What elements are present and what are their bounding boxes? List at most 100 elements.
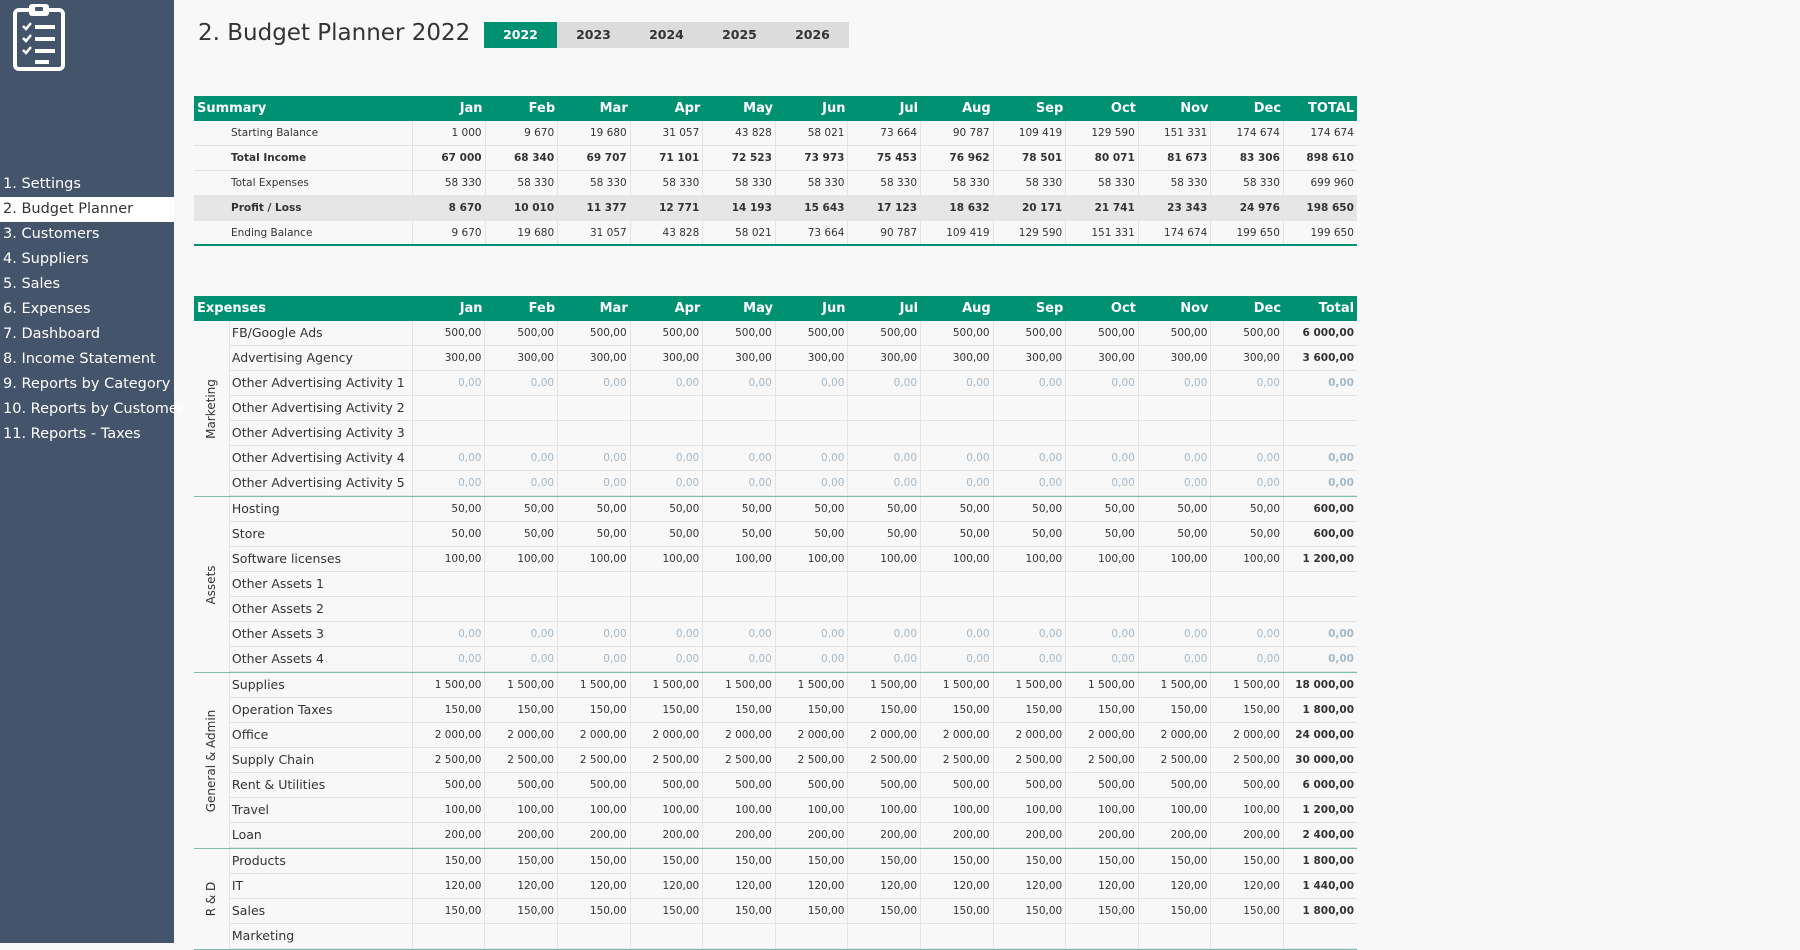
summary-cell[interactable]: 58 330 — [776, 171, 849, 195]
expense-cell[interactable] — [1211, 924, 1284, 948]
expense-cell[interactable]: 150,00 — [994, 899, 1067, 923]
expense-cell[interactable] — [994, 396, 1067, 420]
expense-cell[interactable]: 150,00 — [1211, 698, 1284, 722]
expense-cell[interactable]: 120,00 — [848, 874, 922, 898]
summary-cell[interactable]: 20 171 — [994, 196, 1067, 220]
expense-cell[interactable]: 150,00 — [1211, 899, 1284, 923]
expense-cell[interactable]: 100,00 — [631, 547, 704, 571]
expense-cell[interactable]: 150,00 — [485, 849, 559, 873]
summary-cell[interactable]: 58 330 — [921, 171, 994, 195]
expense-cell[interactable]: 50,00 — [631, 497, 704, 521]
expense-cell[interactable]: 0,00 — [1139, 446, 1212, 470]
summary-cell[interactable]: 21 741 — [1066, 196, 1139, 220]
expense-cell[interactable]: 0,00 — [1211, 446, 1284, 470]
expense-cell[interactable]: 200,00 — [1139, 823, 1212, 847]
expense-cell[interactable]: 150,00 — [631, 849, 704, 873]
sidebar-item-8[interactable]: 8. Income Statement — [0, 347, 174, 372]
expense-cell[interactable] — [485, 421, 559, 445]
expense-cell[interactable] — [1066, 421, 1139, 445]
expense-cell[interactable]: 150,00 — [1066, 849, 1139, 873]
summary-cell[interactable]: 58 021 — [776, 121, 849, 145]
expense-cell[interactable]: 120,00 — [413, 874, 486, 898]
expense-cell[interactable] — [485, 572, 559, 596]
expense-cell[interactable]: 150,00 — [558, 849, 631, 873]
summary-cell[interactable]: 174 674 — [1211, 121, 1284, 145]
expense-cell[interactable]: 2 000,00 — [413, 723, 486, 747]
summary-cell[interactable]: 71 101 — [631, 146, 704, 170]
expense-cell[interactable]: 100,00 — [1211, 547, 1284, 571]
expense-cell[interactable]: 500,00 — [558, 321, 631, 345]
summary-cell[interactable]: 90 787 — [921, 121, 994, 145]
expense-cell[interactable]: 200,00 — [776, 823, 849, 847]
expense-cell[interactable]: 100,00 — [994, 798, 1067, 822]
expense-cell[interactable] — [413, 421, 486, 445]
expense-cell[interactable]: 150,00 — [703, 899, 776, 923]
expense-cell[interactable] — [921, 597, 994, 621]
expense-cell[interactable]: 100,00 — [921, 798, 994, 822]
tab-year-2026[interactable]: 2026 — [776, 22, 849, 48]
summary-cell[interactable]: 109 419 — [921, 221, 994, 244]
expense-cell[interactable] — [631, 421, 704, 445]
expense-cell[interactable]: 500,00 — [1211, 321, 1284, 345]
expense-cell[interactable]: 300,00 — [994, 346, 1067, 370]
expense-cell[interactable]: 500,00 — [994, 773, 1067, 797]
sidebar-item-11[interactable]: 11. Reports - Taxes — [0, 422, 174, 447]
expense-cell[interactable]: 120,00 — [558, 874, 631, 898]
summary-cell[interactable]: 174 674 — [1139, 221, 1212, 244]
summary-cell[interactable]: 58 330 — [1066, 171, 1139, 195]
summary-cell[interactable]: 19 680 — [558, 121, 631, 145]
summary-cell[interactable]: 58 330 — [1211, 171, 1284, 195]
expense-cell[interactable] — [1066, 396, 1139, 420]
expense-cell[interactable]: 2 000,00 — [776, 723, 849, 747]
expense-cell[interactable]: 2 000,00 — [558, 723, 631, 747]
expense-cell[interactable]: 500,00 — [703, 773, 776, 797]
expense-cell[interactable]: 2 500,00 — [1211, 748, 1284, 772]
summary-cell[interactable]: 76 962 — [921, 146, 994, 170]
tab-year-2023[interactable]: 2023 — [557, 22, 630, 48]
expense-cell[interactable]: 0,00 — [776, 471, 849, 495]
expense-cell[interactable]: 100,00 — [776, 547, 849, 571]
expense-cell[interactable]: 0,00 — [558, 622, 631, 646]
expense-cell[interactable]: 0,00 — [485, 471, 559, 495]
expense-cell[interactable] — [485, 924, 559, 948]
expense-cell[interactable]: 50,00 — [558, 497, 631, 521]
expense-cell[interactable]: 2 000,00 — [1139, 723, 1212, 747]
expense-cell[interactable]: 0,00 — [413, 471, 486, 495]
expense-cell[interactable]: 0,00 — [776, 647, 849, 671]
expense-cell[interactable] — [703, 924, 776, 948]
expense-cell[interactable]: 0,00 — [776, 371, 849, 395]
expense-cell[interactable]: 500,00 — [631, 321, 704, 345]
expense-cell[interactable]: 500,00 — [921, 321, 994, 345]
expense-cell[interactable]: 1 500,00 — [703, 673, 776, 697]
expense-cell[interactable] — [921, 421, 994, 445]
summary-cell[interactable]: 15 643 — [776, 196, 849, 220]
expense-cell[interactable]: 2 500,00 — [485, 748, 559, 772]
expense-cell[interactable]: 50,00 — [994, 497, 1067, 521]
expense-cell[interactable]: 500,00 — [921, 773, 994, 797]
expense-cell[interactable] — [1139, 597, 1212, 621]
expense-cell[interactable]: 100,00 — [485, 547, 559, 571]
expense-cell[interactable]: 0,00 — [413, 647, 486, 671]
expense-cell[interactable]: 500,00 — [776, 321, 849, 345]
expense-cell[interactable]: 1 500,00 — [1139, 673, 1212, 697]
summary-cell[interactable]: 72 523 — [703, 146, 776, 170]
expense-cell[interactable] — [703, 572, 776, 596]
summary-cell[interactable]: 73 664 — [848, 121, 922, 145]
expense-cell[interactable]: 1 500,00 — [485, 673, 559, 697]
expense-cell[interactable]: 0,00 — [1211, 622, 1284, 646]
expense-cell[interactable]: 150,00 — [776, 849, 849, 873]
expense-cell[interactable] — [994, 924, 1067, 948]
summary-cell[interactable]: 83 306 — [1211, 146, 1284, 170]
expense-cell[interactable]: 120,00 — [776, 874, 849, 898]
expense-cell[interactable] — [1211, 597, 1284, 621]
expense-cell[interactable]: 1 500,00 — [848, 673, 922, 697]
expense-cell[interactable]: 0,00 — [558, 446, 631, 470]
sidebar-item-3[interactable]: 3. Customers — [0, 222, 174, 247]
expense-cell[interactable]: 300,00 — [485, 346, 559, 370]
expense-cell[interactable] — [413, 572, 486, 596]
sidebar-item-5[interactable]: 5. Sales — [0, 272, 174, 297]
expense-cell[interactable]: 300,00 — [848, 346, 922, 370]
sidebar-item-10[interactable]: 10. Reports by Customer — [0, 397, 184, 422]
expense-cell[interactable]: 50,00 — [848, 497, 922, 521]
expense-cell[interactable]: 500,00 — [631, 773, 704, 797]
